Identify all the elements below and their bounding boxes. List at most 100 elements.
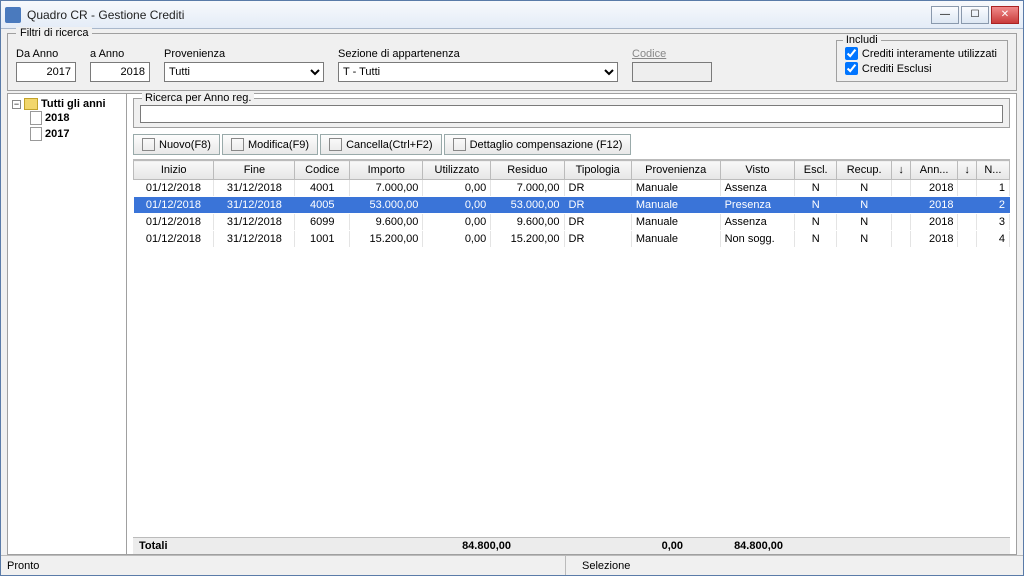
- col-header[interactable]: ↓: [958, 161, 976, 180]
- crediti-utilizzati-label: Crediti interamente utilizzati: [862, 48, 997, 60]
- provenienza-label: Provenienza: [164, 48, 324, 60]
- maximize-button[interactable]: ☐: [961, 6, 989, 24]
- cell-prov: Manuale: [631, 214, 720, 231]
- app-window: Quadro CR - Gestione Crediti — ☐ ✕ Filtr…: [0, 0, 1024, 576]
- cell-escl: N: [795, 197, 837, 214]
- cell-escl: N: [795, 180, 837, 197]
- crediti-utilizzati-checkbox[interactable]: [845, 47, 858, 60]
- totals-importo: 84.800,00: [359, 540, 511, 552]
- grid-header-row: InizioFineCodiceImportoUtilizzatoResiduo…: [134, 161, 1010, 180]
- col-header[interactable]: Codice: [295, 161, 350, 180]
- data-grid[interactable]: InizioFineCodiceImportoUtilizzatoResiduo…: [133, 159, 1010, 537]
- crediti-esclusi-checkbox[interactable]: [845, 62, 858, 75]
- status-bar: Pronto Selezione: [1, 555, 1023, 575]
- cell-inizio: 01/12/2018: [134, 231, 214, 248]
- totals-resid: 84.800,00: [683, 540, 783, 552]
- da-anno-input[interactable]: [16, 62, 76, 82]
- tree-item-label: 2017: [45, 128, 69, 140]
- titlebar: Quadro CR - Gestione Crediti — ☐ ✕: [1, 1, 1023, 29]
- col-header[interactable]: Fine: [214, 161, 295, 180]
- cell-a2: [958, 231, 976, 248]
- cell-util: 0,00: [423, 231, 491, 248]
- cell-visto: Assenza: [720, 214, 795, 231]
- cell-codice: 1001: [295, 231, 350, 248]
- cell-inizio: 01/12/2018: [134, 197, 214, 214]
- tree-item-2017[interactable]: 2017: [30, 126, 122, 142]
- cell-visto: Non sogg.: [720, 231, 795, 248]
- tree-item-2018[interactable]: 2018: [30, 110, 122, 126]
- cell-codice: 4001: [295, 180, 350, 197]
- cell-n: 3: [976, 214, 1009, 231]
- cell-recup: N: [836, 197, 891, 214]
- minimize-button[interactable]: —: [931, 6, 959, 24]
- sezione-label: Sezione di appartenenza: [338, 48, 618, 60]
- cell-resid: 7.000,00: [491, 180, 564, 197]
- dettaglio-button[interactable]: Dettaglio compensazione (F12): [444, 134, 632, 155]
- col-header[interactable]: ↓: [892, 161, 910, 180]
- cell-util: 0,00: [423, 214, 491, 231]
- cell-anno: 2018: [910, 231, 958, 248]
- edit-icon: [231, 138, 244, 151]
- col-header[interactable]: Residuo: [491, 161, 564, 180]
- main-panel: Ricerca per Anno reg. Nuovo(F8) Modifica…: [127, 93, 1017, 555]
- tree-root-label[interactable]: Tutti gli anni: [41, 98, 106, 110]
- cancella-button[interactable]: Cancella(Ctrl+F2): [320, 134, 442, 155]
- cell-resid: 9.600,00: [491, 214, 564, 231]
- cell-util: 0,00: [423, 180, 491, 197]
- a-anno-label: a Anno: [90, 48, 150, 60]
- col-header[interactable]: Ann...: [910, 161, 958, 180]
- tree-collapse-icon[interactable]: −: [12, 100, 21, 109]
- cell-prov: Manuale: [631, 180, 720, 197]
- a-anno-input[interactable]: [90, 62, 150, 82]
- provenienza-select[interactable]: Tutti: [164, 62, 324, 82]
- col-header[interactable]: Utilizzato: [423, 161, 491, 180]
- col-header[interactable]: Importo: [350, 161, 423, 180]
- search-group: Ricerca per Anno reg.: [133, 98, 1010, 128]
- filters-legend: Filtri di ricerca: [16, 27, 92, 39]
- cell-a2: [958, 214, 976, 231]
- cell-importo: 7.000,00: [350, 180, 423, 197]
- window-buttons: — ☐ ✕: [931, 6, 1019, 24]
- cell-a1: [892, 231, 910, 248]
- detail-icon: [453, 138, 466, 151]
- nuovo-button[interactable]: Nuovo(F8): [133, 134, 220, 155]
- col-header[interactable]: N...: [976, 161, 1009, 180]
- cell-inizio: 01/12/2018: [134, 214, 214, 231]
- search-input[interactable]: [140, 105, 1003, 123]
- col-header[interactable]: Visto: [720, 161, 795, 180]
- cell-importo: 53.000,00: [350, 197, 423, 214]
- sezione-select[interactable]: T - Tutti: [338, 62, 618, 82]
- col-header[interactable]: Recup.: [836, 161, 891, 180]
- cell-a2: [958, 180, 976, 197]
- cell-tip: DR: [564, 180, 631, 197]
- table-row[interactable]: 01/12/201831/12/201860999.600,000,009.60…: [134, 214, 1010, 231]
- col-header[interactable]: Provenienza: [631, 161, 720, 180]
- table-row[interactable]: 01/12/201831/12/2018100115.200,000,0015.…: [134, 231, 1010, 248]
- filters-group: Filtri di ricerca Da Anno a Anno Proveni…: [7, 33, 1017, 91]
- cell-tip: DR: [564, 197, 631, 214]
- codice-label: Codice: [632, 48, 712, 60]
- totals-label: Totali: [139, 540, 359, 552]
- cell-resid: 53.000,00: [491, 197, 564, 214]
- totals-row: Totali 84.800,00 0,00 84.800,00: [133, 537, 1010, 554]
- window-title: Quadro CR - Gestione Crediti: [27, 8, 931, 22]
- cell-util: 0,00: [423, 197, 491, 214]
- cell-prov: Manuale: [631, 231, 720, 248]
- cell-anno: 2018: [910, 214, 958, 231]
- cell-inizio: 01/12/2018: [134, 180, 214, 197]
- cell-n: 1: [976, 180, 1009, 197]
- app-icon: [5, 7, 21, 23]
- status-pronto: Pronto: [7, 556, 565, 575]
- table-row[interactable]: 01/12/201831/12/2018400553.000,000,0053.…: [134, 197, 1010, 214]
- modifica-button[interactable]: Modifica(F9): [222, 134, 318, 155]
- cell-escl: N: [795, 214, 837, 231]
- col-header[interactable]: Inizio: [134, 161, 214, 180]
- cell-a1: [892, 214, 910, 231]
- cell-prov: Manuale: [631, 197, 720, 214]
- delete-icon: [329, 138, 342, 151]
- codice-input[interactable]: [632, 62, 712, 82]
- col-header[interactable]: Escl.: [795, 161, 837, 180]
- close-button[interactable]: ✕: [991, 6, 1019, 24]
- table-row[interactable]: 01/12/201831/12/201840017.000,000,007.00…: [134, 180, 1010, 197]
- col-header[interactable]: Tipologia: [564, 161, 631, 180]
